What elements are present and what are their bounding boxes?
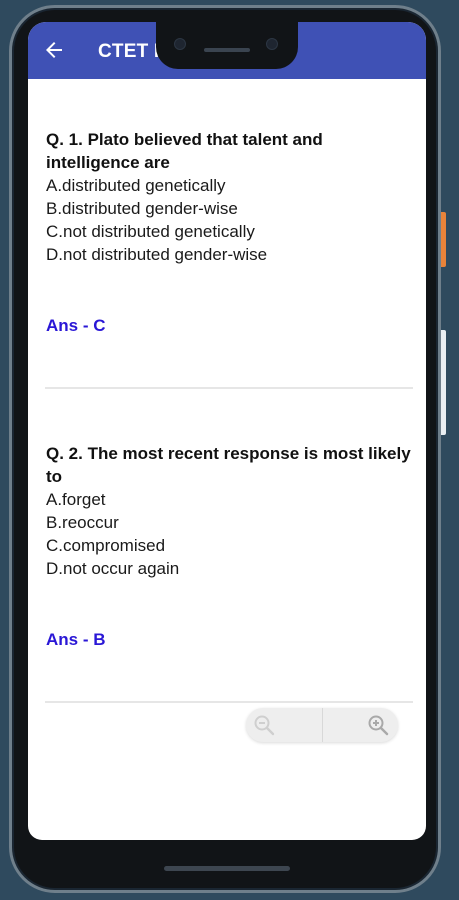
earpiece-speaker <box>204 48 250 52</box>
zoom-out-icon <box>254 715 275 736</box>
option-d: D.not distributed gender-wise <box>46 245 268 264</box>
app-screen: CTET P Q. 1. Plato believed that talent … <box>28 22 426 840</box>
camera-notch <box>156 22 298 69</box>
arrow-left-icon[interactable] <box>42 38 66 62</box>
answer-label: Ans - B <box>46 630 106 649</box>
divider <box>45 701 413 703</box>
zoom-out-button[interactable] <box>246 708 323 742</box>
option-a: A.distributed genetically <box>46 176 226 195</box>
power-button <box>441 212 446 267</box>
question-text: Q. 2. The most recent response is most l… <box>46 444 411 486</box>
option-a: A.forget <box>46 490 106 509</box>
zoom-in-button[interactable] <box>322 708 398 742</box>
volume-button <box>441 330 446 435</box>
option-c: C.compromised <box>46 536 166 555</box>
option-d: D.not occur again <box>46 559 180 578</box>
option-b: B.distributed gender-wise <box>46 199 238 218</box>
answer-label: Ans - C <box>46 316 106 335</box>
front-camera <box>174 38 186 50</box>
zoom-in-icon <box>368 715 389 736</box>
front-sensor <box>266 38 278 50</box>
option-c: C.not distributed genetically <box>46 222 255 241</box>
zoom-control <box>246 708 398 742</box>
page-background: CTET P Q. 1. Plato believed that talent … <box>0 0 459 900</box>
question-card-2: Q. 2. The most recent response is most l… <box>46 442 416 580</box>
option-b: B.reoccur <box>46 513 119 532</box>
question-text: Q. 1. Plato believed that talent and int… <box>46 130 323 172</box>
home-indicator <box>164 866 290 871</box>
question-card-1: Q. 1. Plato believed that talent and int… <box>46 128 416 266</box>
divider <box>45 387 413 389</box>
